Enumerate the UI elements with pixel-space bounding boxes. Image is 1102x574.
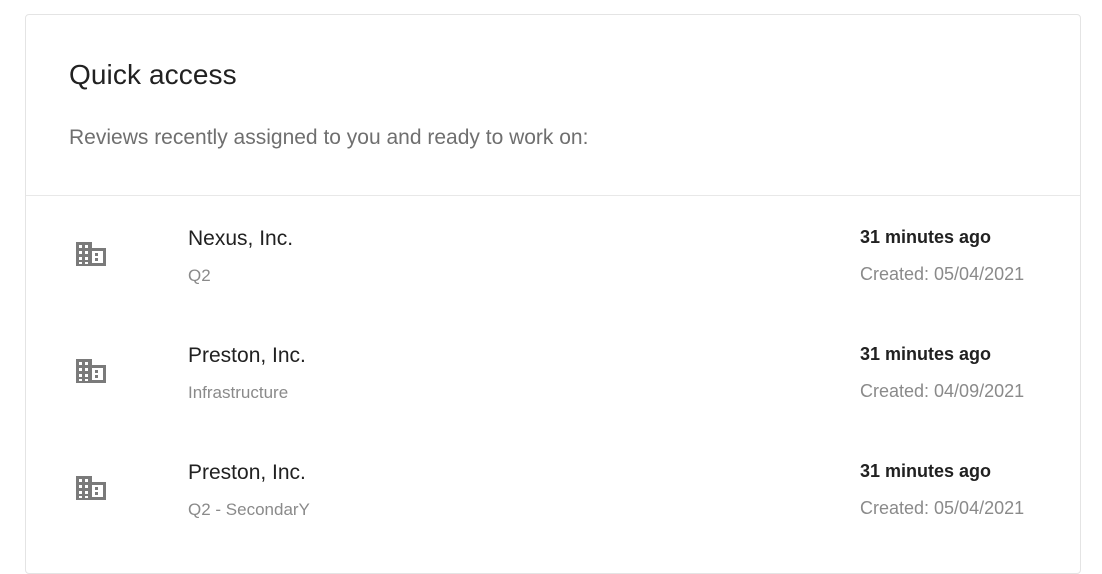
item-meta: 31 minutes ago Created: 04/09/2021 <box>860 313 1080 430</box>
item-subtitle: Infrastructure <box>188 383 289 402</box>
item-name: Preston, Inc. <box>188 461 306 484</box>
card-title: Quick access <box>69 59 237 90</box>
item-time: 31 minutes ago <box>860 227 992 247</box>
item-name: Preston, Inc. <box>188 344 306 367</box>
building-icon <box>74 474 108 502</box>
building-icon <box>74 357 108 385</box>
item-subtitle: Q2 - SecondarY <box>188 500 310 519</box>
item-meta: 31 minutes ago Created: 05/04/2021 <box>860 430 1080 547</box>
quick-access-card: Quick access Reviews recently assigned t… <box>25 14 1081 574</box>
review-list-item[interactable]: Preston, Inc. Q2 - SecondarY 31 minutes … <box>26 430 1080 547</box>
item-time: 31 minutes ago <box>860 344 992 364</box>
item-time: 31 minutes ago <box>860 461 992 481</box>
item-created-date: Created: 05/04/2021 <box>860 498 1025 518</box>
item-subtitle: Q2 <box>188 266 211 285</box>
item-name: Nexus, Inc. <box>188 227 294 250</box>
building-icon <box>74 240 108 268</box>
review-list: Nexus, Inc. Q2 31 minutes ago Created: 0… <box>26 196 1080 547</box>
card-subtitle: Reviews recently assigned to you and rea… <box>69 126 589 149</box>
card-header: Quick access Reviews recently assigned t… <box>26 15 1080 196</box>
review-list-item[interactable]: Preston, Inc. Infrastructure 31 minutes … <box>26 313 1080 430</box>
item-created-date: Created: 05/04/2021 <box>860 264 1025 284</box>
review-list-item[interactable]: Nexus, Inc. Q2 31 minutes ago Created: 0… <box>26 196 1080 313</box>
item-created-date: Created: 04/09/2021 <box>860 381 1025 401</box>
item-meta: 31 minutes ago Created: 05/04/2021 <box>860 196 1080 313</box>
